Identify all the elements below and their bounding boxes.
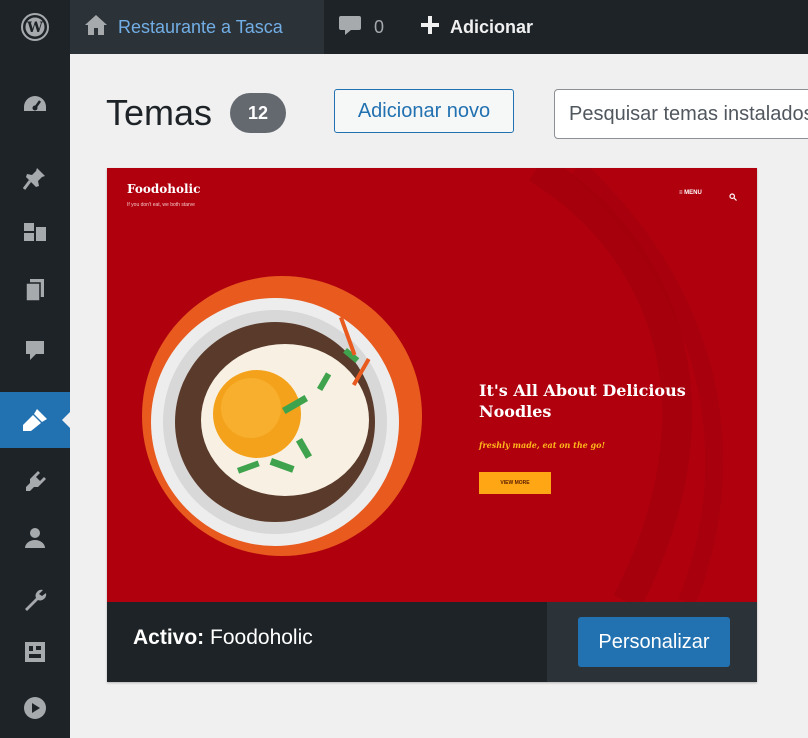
new-content-label: Adicionar [450,16,534,37]
theme-screenshot[interactable]: Foodoholic If you don't eat, we both sta… [107,168,757,602]
media-icon[interactable] [0,204,70,260]
preview-tagline: If you don't eat, we both starve [127,202,195,208]
play-icon[interactable] [0,680,70,736]
pin-icon[interactable] [0,150,70,206]
settings-icon[interactable] [0,624,70,680]
appearance-icon[interactable] [0,392,70,448]
home-icon [84,14,108,41]
site-name-link[interactable]: Restaurante a Tasca [70,0,324,54]
theme-count-badge: 12 [230,93,286,133]
plugins-icon[interactable] [0,454,70,510]
active-theme-card[interactable]: Foodoholic If you don't eat, we both sta… [107,168,757,682]
preview-menu-label: ≡ MENU [679,190,702,196]
site-name: Restaurante a Tasca [118,16,283,37]
plus-icon [420,15,440,40]
active-theme-name: Activo: Foodoholic [133,626,313,650]
admin-sidebar [0,54,70,738]
users-icon[interactable] [0,510,70,566]
admin-bar: W Restaurante a Tasca 0 Adicionar [0,0,808,54]
theme-name: Foodoholic [210,626,313,649]
comment-bubble-icon [338,14,362,41]
add-new-theme-button[interactable]: Adicionar novo [334,89,514,133]
preview-search-icon [729,188,737,206]
preview-brand: Foodoholic [127,182,201,196]
page-title: Temas [106,92,213,133]
tools-icon[interactable] [0,572,70,628]
preview-headline: It's All About Delicious Noodles [479,381,686,421]
comments-link[interactable]: 0 [338,0,384,54]
pages-icon[interactable] [0,262,70,318]
preview-subline: freshly made, eat on the go! [479,440,605,450]
active-prefix: Activo: [133,626,205,649]
new-content-link[interactable]: Adicionar [420,0,533,54]
customize-button[interactable]: Personalizar [578,617,730,667]
svg-text:W: W [26,20,43,36]
comments-icon[interactable] [0,322,70,378]
wordpress-logo-icon[interactable]: W [0,0,70,54]
dashboard-icon[interactable] [0,76,70,132]
search-themes-input[interactable] [554,89,808,139]
comments-count: 0 [374,16,385,37]
preview-view-more-button: VIEW MORE [479,472,551,494]
